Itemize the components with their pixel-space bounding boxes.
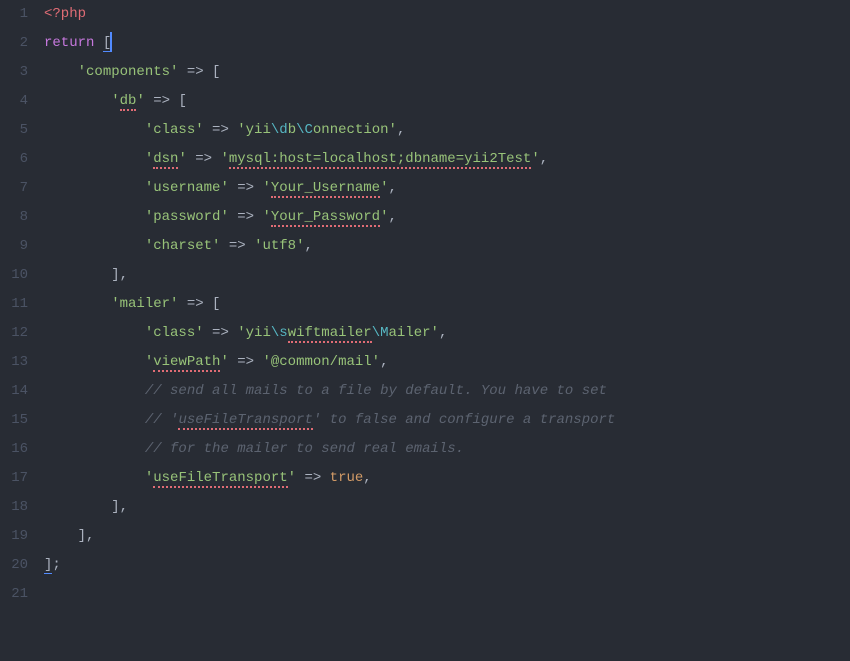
line-number: 13 — [0, 348, 28, 377]
code-area[interactable]: <?php return [ 'components' => [ 'db' =>… — [38, 0, 850, 661]
line-number: 14 — [0, 377, 28, 406]
code-line: 'mailer' => [ — [44, 290, 850, 319]
cursor-icon — [110, 32, 112, 52]
code-line: 'password' => 'Your_Password', — [44, 203, 850, 232]
line-number: 6 — [0, 145, 28, 174]
line-number: 15 — [0, 406, 28, 435]
code-line: // for the mailer to send real emails. — [44, 435, 850, 464]
code-line: 'components' => [ — [44, 58, 850, 87]
code-line: 'useFileTransport' => true, — [44, 464, 850, 493]
constant-true: true — [330, 470, 364, 486]
line-number: 5 — [0, 116, 28, 145]
line-number: 20 — [0, 551, 28, 580]
string-key: 'components' — [78, 64, 179, 80]
code-line: // send all mails to a file by default. … — [44, 377, 850, 406]
code-line: 'username' => 'Your_Username', — [44, 174, 850, 203]
code-line: 'class' => 'yii\swiftmailer\Mailer', — [44, 319, 850, 348]
spell-error: wiftmailer — [288, 325, 372, 343]
code-line: // 'useFileTransport' to false and confi… — [44, 406, 850, 435]
spell-error: useFileTransport — [153, 470, 287, 488]
line-number: 17 — [0, 464, 28, 493]
line-number: 3 — [0, 58, 28, 87]
line-number: 4 — [0, 87, 28, 116]
spell-error: mysql:host=localhost;dbname=yii2Test — [229, 151, 531, 169]
code-line: ], — [44, 261, 850, 290]
code-line: 'class' => 'yii\db\Connection', — [44, 116, 850, 145]
keyword-return: return — [44, 35, 94, 51]
code-line — [44, 580, 850, 609]
line-number: 19 — [0, 522, 28, 551]
line-number: 18 — [0, 493, 28, 522]
line-number: 10 — [0, 261, 28, 290]
line-number: 21 — [0, 580, 28, 609]
code-line: ], — [44, 522, 850, 551]
line-number: 12 — [0, 319, 28, 348]
line-number: 7 — [0, 174, 28, 203]
spell-error: Your_Password — [271, 209, 380, 227]
code-line: 'viewPath' => '@common/mail', — [44, 348, 850, 377]
code-line: 'charset' => 'utf8', — [44, 232, 850, 261]
spell-error: viewPath — [153, 354, 220, 372]
spell-error: useFileTransport — [178, 412, 312, 430]
comment: // send all mails to a file by default. … — [145, 383, 607, 399]
php-open-tag: <?php — [44, 6, 86, 22]
spell-error: dsn — [153, 151, 178, 169]
code-line: 'db' => [ — [44, 87, 850, 116]
line-number: 8 — [0, 203, 28, 232]
code-line: return [ — [44, 29, 850, 58]
line-number-gutter: 1 2 3 4 5 6 7 8 9 10 11 12 13 14 15 16 1… — [0, 0, 38, 661]
spell-error: db — [120, 93, 137, 111]
line-number: 16 — [0, 435, 28, 464]
code-editor[interactable]: 1 2 3 4 5 6 7 8 9 10 11 12 13 14 15 16 1… — [0, 0, 850, 661]
code-line: 'dsn' => 'mysql:host=localhost;dbname=yi… — [44, 145, 850, 174]
spell-error: Your_Username — [271, 180, 380, 198]
code-line: ], — [44, 493, 850, 522]
line-number: 2 — [0, 29, 28, 58]
code-line: <?php — [44, 0, 850, 29]
line-number: 1 — [0, 0, 28, 29]
comment: // for the mailer to send real emails. — [145, 441, 464, 457]
line-number: 9 — [0, 232, 28, 261]
code-line: ]; — [44, 551, 850, 580]
line-number: 11 — [0, 290, 28, 319]
